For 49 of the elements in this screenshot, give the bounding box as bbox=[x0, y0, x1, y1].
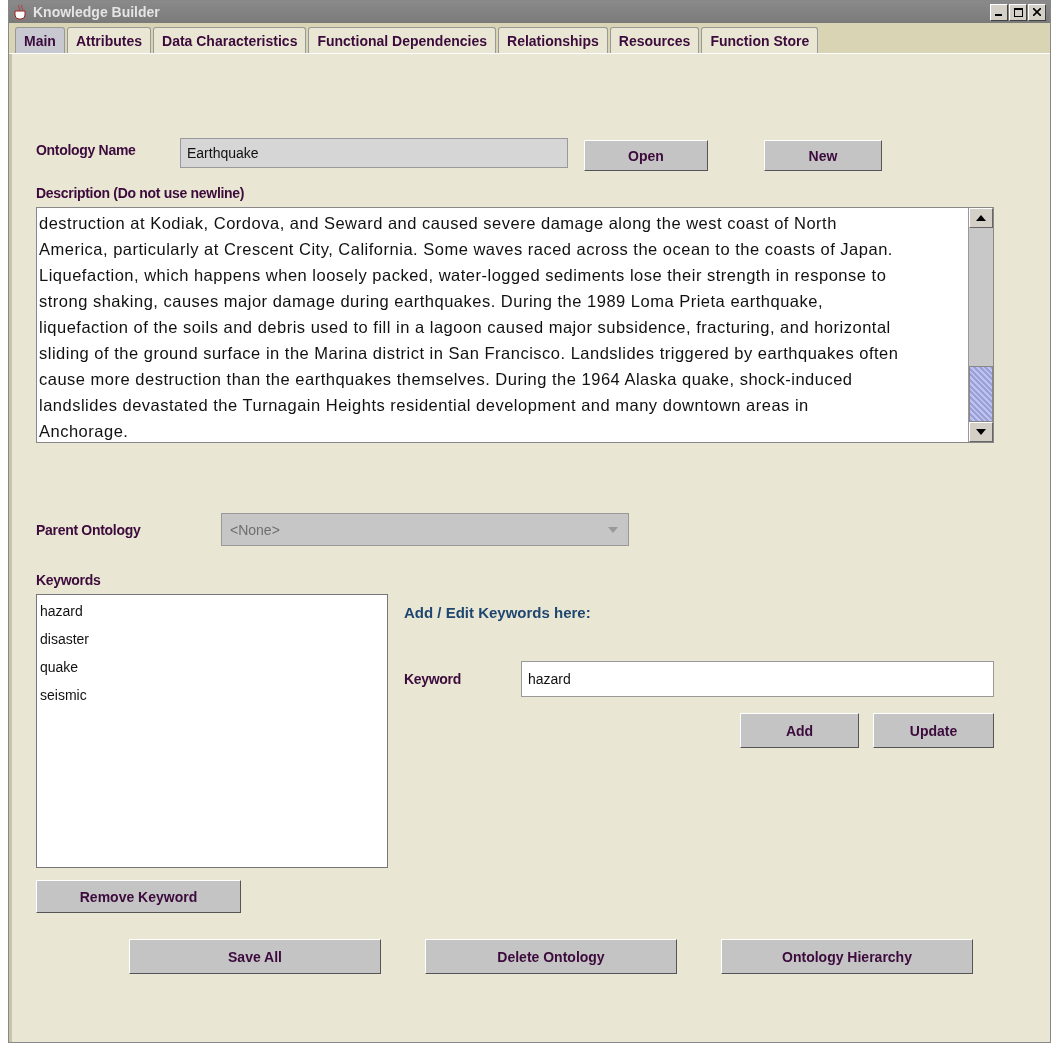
description-line: sliding of the ground surface in the Marina district in San Francisco. Landslides triggered by earthquakes often bbox=[39, 343, 900, 364]
description-line: landslides devastated the Turnagain Heights residential development and many downtown areas in bbox=[39, 395, 810, 416]
keyword-field[interactable]: hazard bbox=[521, 661, 994, 697]
keyword-item[interactable]: hazard bbox=[40, 597, 384, 625]
field-label: Keywords bbox=[36, 572, 102, 588]
footer-button[interactable]: Ontology Hierarchy bbox=[721, 939, 973, 974]
tab[interactable]: Relationships bbox=[498, 27, 608, 53]
section-heading: Add / Edit Keywords here: bbox=[404, 604, 592, 621]
open-button[interactable]: Open bbox=[584, 140, 708, 171]
tab[interactable]: Resources bbox=[609, 27, 700, 53]
keyword-item[interactable]: quake bbox=[40, 653, 384, 681]
field-label: Keyword bbox=[404, 671, 463, 687]
field-label: Description (Do not use newline) bbox=[36, 185, 246, 201]
description-line: America, particularly at Crescent City, California. Some waves raced across the ocean to the coasts of Japan. bbox=[39, 239, 894, 260]
update-button[interactable]: Update bbox=[873, 713, 994, 748]
maximize-icon bbox=[1013, 7, 1023, 17]
keyword-item[interactable]: disaster bbox=[40, 625, 384, 653]
scrollbar[interactable] bbox=[968, 208, 993, 442]
footer-button[interactable]: Save All bbox=[129, 939, 381, 974]
close-icon bbox=[1033, 8, 1041, 16]
ontology-name-field[interactable]: Earthquake bbox=[180, 137, 568, 168]
description-line: cause more destruction than the earthquakes themselves. During the 1964 Alaska quake, shock-induced bbox=[39, 369, 854, 390]
scroll-thumb[interactable] bbox=[969, 366, 993, 422]
minimize-button[interactable] bbox=[990, 3, 1008, 21]
tab[interactable]: Functional Dependencies bbox=[308, 27, 496, 53]
tab[interactable]: Data Characteristics bbox=[153, 27, 307, 53]
add-button[interactable]: Add bbox=[740, 713, 859, 748]
window-title: Knowledge Builder bbox=[33, 4, 160, 20]
footer-button[interactable]: Delete Ontology bbox=[425, 939, 677, 974]
close-button[interactable] bbox=[1028, 3, 1046, 21]
field-label: Parent Ontology bbox=[36, 521, 142, 538]
description-line: liquefaction of the soils and debris used to fill in a lagoon caused major subsidence, fracturing, and horizontal bbox=[39, 317, 892, 338]
description-line: strong shaking, causes major damage during earthquakes. During the 1989 Loma Prieta earthquake, bbox=[39, 291, 825, 312]
tab[interactable]: Function Store bbox=[701, 27, 819, 53]
keyword-item[interactable]: seismic bbox=[40, 681, 384, 709]
description-line: Anchorage. bbox=[39, 421, 130, 442]
scroll-down-icon bbox=[976, 429, 986, 435]
description-field[interactable] bbox=[36, 207, 994, 443]
dropdown-arrow-icon bbox=[608, 526, 618, 533]
remove-keyword-button[interactable]: Remove Keyword bbox=[36, 880, 241, 913]
cup-icon bbox=[13, 4, 29, 20]
field-label: Ontology Name bbox=[36, 141, 137, 158]
tab[interactable]: Main bbox=[15, 27, 65, 53]
description-line: destruction at Kodiak, Cordova, and Seward and caused severe damage along the west coast of North bbox=[39, 213, 838, 234]
scroll-up-icon bbox=[976, 215, 986, 221]
tab[interactable]: Attributes bbox=[66, 27, 151, 53]
maximize-button[interactable] bbox=[1009, 3, 1027, 21]
new-button[interactable]: New bbox=[764, 140, 882, 171]
description-line: Liquefaction, which happens when loosely packed, water-logged sediments lose their strength in response to bbox=[39, 265, 888, 286]
